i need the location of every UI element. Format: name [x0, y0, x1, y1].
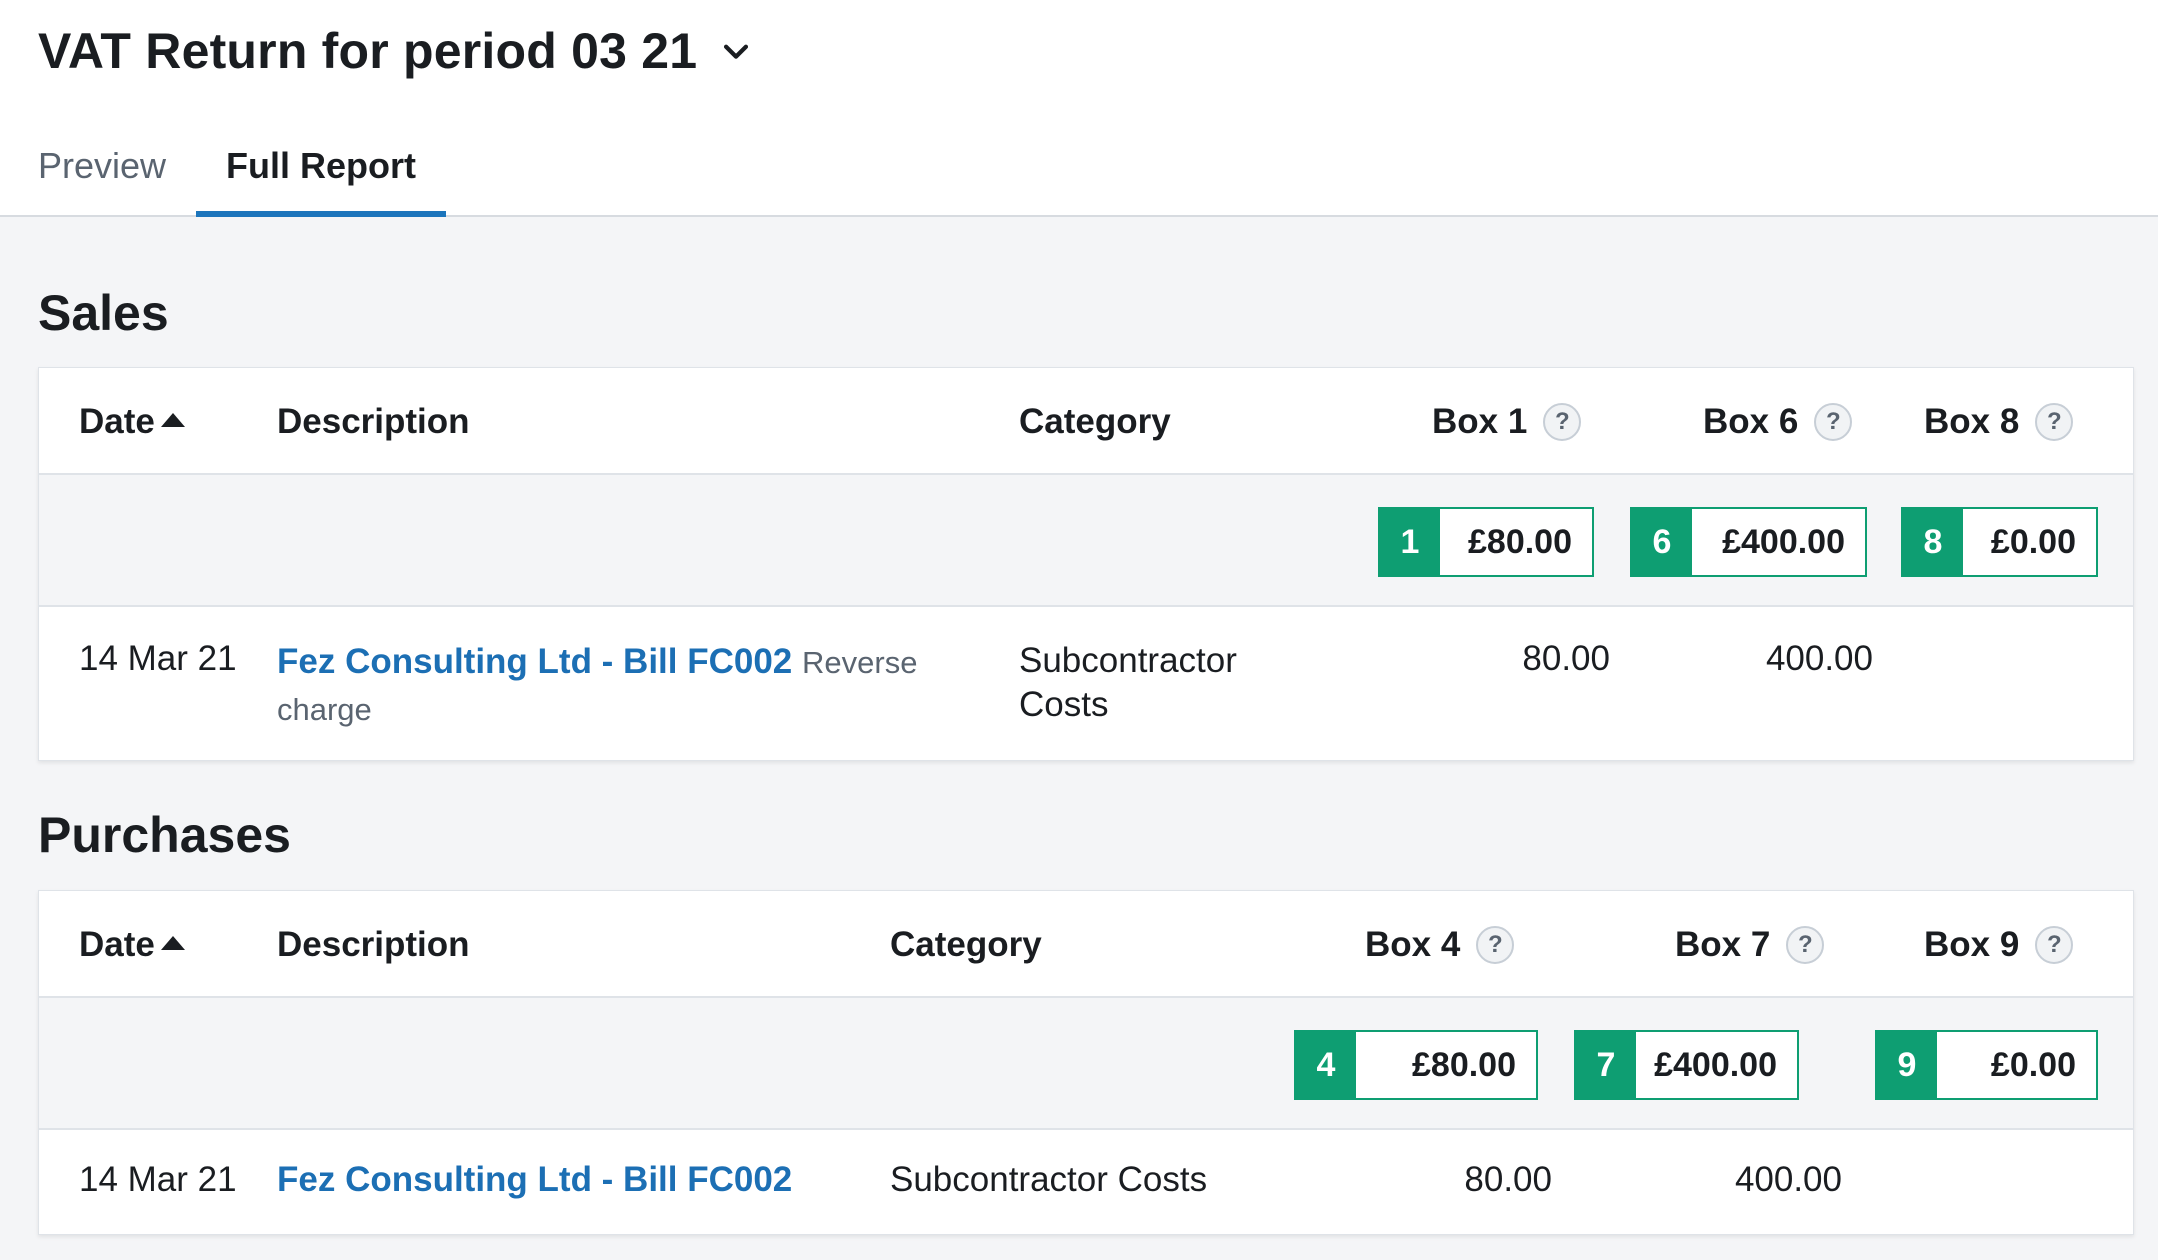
purchases-totals-row: 4 £80.00 7 £400.00 9 £0.00 — [39, 998, 2133, 1130]
help-icon[interactable]: ? — [2035, 403, 2074, 441]
column-box-8: Box 8? — [1924, 402, 2074, 442]
chevron-down-icon — [724, 44, 749, 59]
total-box-7: 7 £400.00 — [1574, 1030, 1799, 1100]
transaction-link[interactable]: Fez Consulting Ltd - Bill FC002 — [277, 642, 792, 681]
help-icon[interactable]: ? — [1543, 403, 1582, 441]
row-date: 14 Mar 21 — [79, 1160, 237, 1199]
sales-table: Date Description Category Box 1? Box 6? … — [38, 367, 2134, 761]
total-box-1: 1 £80.00 — [1378, 507, 1594, 577]
column-box-1: Box 1? — [1432, 402, 1582, 442]
page-title: VAT Return for period 03 21 — [38, 23, 698, 79]
reverse-charge-label: Reverse — [802, 645, 918, 680]
box-number: 6 — [1632, 509, 1692, 575]
table-row: 14 Mar 21 Fez Consulting Ltd - Bill FC00… — [39, 607, 2133, 760]
table-row: 14 Mar 21 Fez Consulting Ltd - Bill FC00… — [39, 1130, 2133, 1234]
row-category: Subcontractor Costs — [890, 1160, 1208, 1199]
row-description: Fez Consulting Ltd - Bill FC002 Reverse … — [277, 639, 977, 733]
total-box-9: 9 £0.00 — [1875, 1030, 2098, 1100]
row-category: Subcontractor Costs — [1019, 641, 1237, 724]
sort-date-header[interactable]: Date — [79, 402, 185, 442]
transaction-link[interactable]: Fez Consulting Ltd - Bill FC002 — [277, 1160, 792, 1199]
box-amount: £400.00 — [1654, 1045, 1777, 1084]
row-date: 14 Mar 21 — [79, 639, 237, 678]
purchases-table: Date Description Category Box 4? Box 7? … — [38, 890, 2134, 1235]
total-box-8: 8 £0.00 — [1901, 507, 2098, 577]
sort-ascending-icon — [160, 413, 185, 427]
row-box-1: 80.00 — [1522, 639, 1610, 678]
sales-totals-row: 1 £80.00 6 £400.00 8 £0.00 — [39, 475, 2133, 607]
box-number: 1 — [1380, 509, 1440, 575]
sales-section-title: Sales — [38, 285, 169, 341]
help-icon[interactable]: ? — [1786, 926, 1825, 964]
column-category: Category — [1019, 402, 1171, 441]
box-amount: £0.00 — [1990, 522, 2076, 561]
row-box-6: 400.00 — [1765, 639, 1873, 678]
column-description: Description — [277, 925, 470, 964]
column-box-9: Box 9? — [1924, 925, 2074, 965]
sales-table-header: Date Description Category Box 1? Box 6? … — [39, 368, 2133, 475]
column-description: Description — [277, 402, 470, 441]
box-amount: £400.00 — [1722, 522, 1845, 561]
help-icon[interactable]: ? — [1814, 403, 1853, 441]
box-number: 9 — [1877, 1032, 1937, 1098]
purchases-table-header: Date Description Category Box 4? Box 7? … — [39, 891, 2133, 998]
box-amount: £80.00 — [1468, 522, 1572, 561]
box-number: 8 — [1903, 509, 1963, 575]
column-box-7: Box 7? — [1675, 925, 1825, 965]
column-box-6: Box 6? — [1703, 402, 1853, 442]
row-box-7: 400.00 — [1734, 1160, 1842, 1199]
purchases-section-title: Purchases — [38, 807, 291, 863]
report-tabs: Preview Full Report — [38, 145, 506, 217]
help-icon[interactable]: ? — [1476, 926, 1515, 964]
box-number: 7 — [1576, 1032, 1636, 1098]
total-box-4: 4 £80.00 — [1294, 1030, 1538, 1100]
tab-preview[interactable]: Preview — [38, 145, 166, 217]
reverse-charge-label-cont: charge — [277, 692, 372, 727]
box-amount: £80.00 — [1412, 1045, 1516, 1084]
sort-ascending-icon — [160, 936, 185, 950]
period-selector[interactable]: VAT Return for period 03 21 — [38, 22, 753, 80]
tab-full-report[interactable]: Full Report — [196, 145, 447, 217]
column-category: Category — [890, 925, 1042, 964]
help-icon[interactable]: ? — [2035, 926, 2074, 964]
sort-date-header[interactable]: Date — [79, 925, 185, 965]
box-amount: £0.00 — [1990, 1045, 2076, 1084]
box-number: 4 — [1296, 1032, 1356, 1098]
page-header: VAT Return for period 03 21 Preview Full… — [0, 0, 2158, 217]
column-box-4: Box 4? — [1365, 925, 1515, 965]
row-box-4: 80.00 — [1464, 1160, 1552, 1199]
total-box-6: 6 £400.00 — [1630, 507, 1867, 577]
row-description: Fez Consulting Ltd - Bill FC002 — [277, 1160, 792, 1200]
